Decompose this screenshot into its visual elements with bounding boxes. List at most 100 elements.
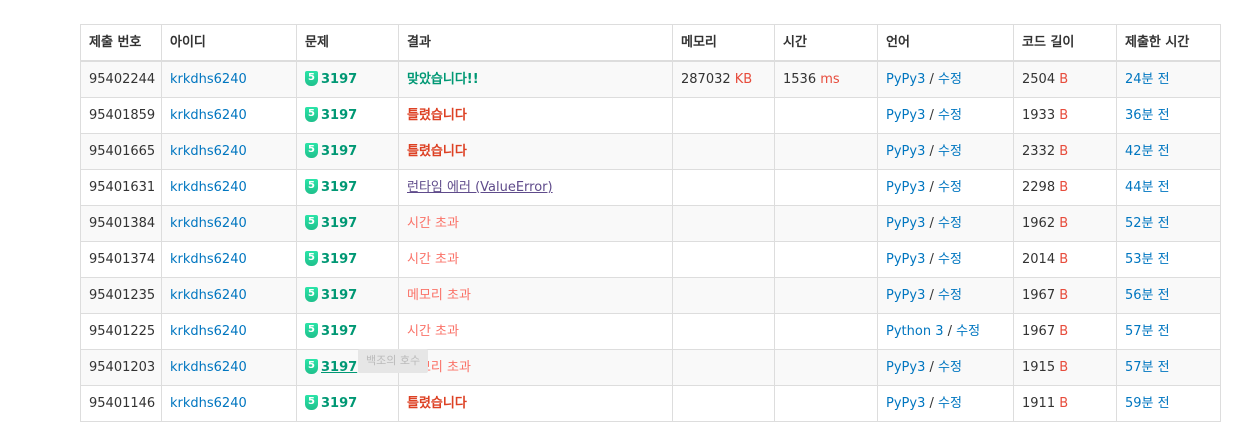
language-cell: PyPy3 / 수정 [877,60,1014,98]
user-id-link[interactable]: krkdhs6240 [170,288,247,303]
problem-link[interactable]: 3197 [321,396,357,411]
language-link[interactable]: PyPy3 [886,216,925,231]
memory-cell [672,97,775,134]
submission-id: 95401665 [80,133,162,170]
edit-link[interactable]: 수정 [938,180,962,195]
result-cell: 메모리 초과 [398,349,673,386]
edit-link[interactable]: 수정 [938,252,962,267]
submission-id: 95401384 [80,205,162,242]
edit-link[interactable]: 수정 [938,396,962,411]
memory-value: 287032 [681,72,731,87]
submission-status-table: 제출 번호 아이디 문제 결과 메모리 시간 언어 코드 길이 제출한 시간 95402244 … [80,24,1221,422]
code-length-value: 1967 [1022,288,1056,303]
problem-link[interactable]: 3197 [321,324,357,339]
submission-id: 95401235 [80,277,162,314]
memory-cell [672,241,775,278]
submitted-time-link[interactable]: 56분 전 [1125,288,1170,303]
edit-link[interactable]: 수정 [956,324,980,339]
tier-badge-icon: 5 [305,395,318,410]
user-id-link[interactable]: krkdhs6240 [170,108,247,123]
user-id-link[interactable]: krkdhs6240 [170,360,247,375]
problem-link[interactable]: 3197 [321,180,357,195]
user-id-cell: krkdhs6240 [161,313,297,350]
result-cell: 시간 초과 [398,241,673,278]
submitted-time-link[interactable]: 59분 전 [1125,396,1170,411]
problem-link[interactable]: 3197 [321,144,357,159]
submission-id: 95401225 [80,313,162,350]
problem-link[interactable]: 3197 [321,252,357,267]
submission-id: 95401631 [80,169,162,206]
submission-id: 95401146 [80,385,162,422]
language-link[interactable]: Python 3 [886,324,943,339]
submitted-time-cell: 44분 전 [1116,169,1221,206]
problem-link[interactable]: 3197 [321,72,357,87]
language-link[interactable]: PyPy3 [886,144,925,159]
user-id-link[interactable]: krkdhs6240 [170,72,247,87]
memory-cell [672,313,775,350]
code-length-unit: B [1059,288,1069,303]
language-link[interactable]: PyPy3 [886,288,925,303]
user-id-link[interactable]: krkdhs6240 [170,216,247,231]
language-link[interactable]: PyPy3 [886,72,925,87]
user-id-cell: krkdhs6240 [161,241,297,278]
submitted-time-link[interactable]: 53분 전 [1125,252,1170,267]
tier-badge-icon: 5 [305,215,318,230]
edit-link[interactable]: 수정 [938,108,962,123]
submitted-time-link[interactable]: 36분 전 [1125,108,1170,123]
language-link[interactable]: PyPy3 [886,252,925,267]
user-id-link[interactable]: krkdhs6240 [170,324,247,339]
code-length-value: 2298 [1022,180,1056,195]
code-length-unit: B [1059,396,1069,411]
code-length-cell: 2332 B [1013,133,1117,170]
edit-link[interactable]: 수정 [938,216,962,231]
submitted-time-link[interactable]: 24분 전 [1125,72,1170,87]
table-header: 제출 번호 아이디 문제 결과 메모리 시간 언어 코드 길이 제출한 시간 [80,24,1221,62]
user-id-link[interactable]: krkdhs6240 [170,252,247,267]
edit-link[interactable]: 수정 [938,72,962,87]
submitted-time-link[interactable]: 57분 전 [1125,324,1170,339]
result-cell: 맞았습니다!! [398,60,673,98]
submitted-time-link[interactable]: 44분 전 [1125,180,1170,195]
edit-link[interactable]: 수정 [938,288,962,303]
language-cell: PyPy3 / 수정 [877,385,1014,422]
submitted-time-link[interactable]: 57분 전 [1125,360,1170,375]
separator: / [929,72,934,87]
edit-link[interactable]: 수정 [938,360,962,375]
problem-link[interactable]: 3197 [321,108,357,123]
user-id-link[interactable]: krkdhs6240 [170,396,247,411]
separator: / [929,180,934,195]
problem-title-tooltip: 백조의 호수 [358,349,429,373]
language-link[interactable]: PyPy3 [886,360,925,375]
code-length-unit: B [1059,360,1069,375]
user-id-cell: krkdhs6240 [161,60,297,98]
code-length-cell: 1967 B [1013,313,1117,350]
time-cell [774,241,878,278]
submitted-time-link[interactable]: 52분 전 [1125,216,1170,231]
problem-link[interactable]: 3197 [321,288,357,303]
user-id-link[interactable]: krkdhs6240 [170,144,247,159]
submitted-time-cell: 36분 전 [1116,97,1221,134]
submitted-time-cell: 56분 전 [1116,277,1221,314]
time-cell: 1536 ms [774,60,878,98]
code-length-cell: 1962 B [1013,205,1117,242]
problem-cell: 5 3197 [296,277,399,314]
separator: / [929,108,934,123]
problem-link[interactable]: 3197 [321,360,357,375]
time-value: 1536 [783,72,817,87]
submitted-time-cell: 52분 전 [1116,205,1221,242]
edit-link[interactable]: 수정 [938,144,962,159]
memory-unit: KB [734,72,753,87]
problem-cell: 5 3197 [296,313,399,350]
user-id-link[interactable]: krkdhs6240 [170,180,247,195]
result-text[interactable]: 런타임 에러 (ValueError) [407,180,553,195]
language-link[interactable]: PyPy3 [886,180,925,195]
time-cell [774,97,878,134]
language-link[interactable]: PyPy3 [886,108,925,123]
tier-badge-icon: 5 [305,251,318,266]
problem-cell: 5 3197 [296,60,399,98]
code-length-cell: 1933 B [1013,97,1117,134]
submitted-time-link[interactable]: 42분 전 [1125,144,1170,159]
language-link[interactable]: PyPy3 [886,396,925,411]
code-length-unit: B [1059,324,1069,339]
problem-link[interactable]: 3197 [321,216,357,231]
